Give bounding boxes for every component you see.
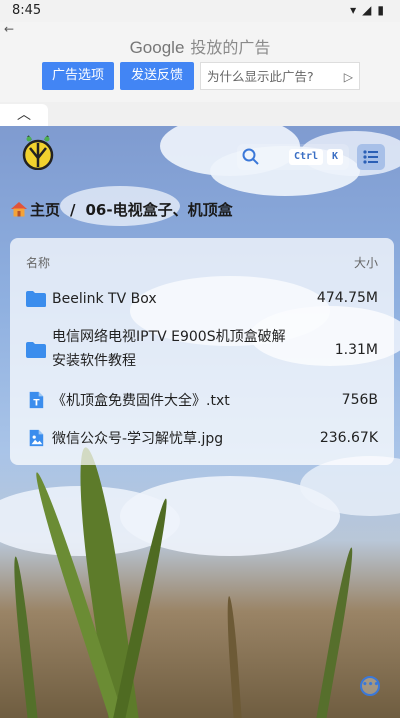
file-row[interactable]: 微信公众号-学习解忧草.jpg 236.67K xyxy=(10,426,394,452)
home-icon xyxy=(11,202,27,217)
more-options-button[interactable]: ••• xyxy=(360,676,380,696)
file-size: 236.67K xyxy=(319,430,378,446)
folder-icon xyxy=(26,342,46,358)
column-header-size[interactable]: 大小 xyxy=(354,254,378,271)
status-bar: 8:45 ▾◢▮ xyxy=(0,0,400,22)
file-row[interactable]: T 《机顶盒免费固件大全》.txt 756B xyxy=(10,388,394,414)
list-menu-icon xyxy=(363,150,378,164)
battery-icon: ▮ xyxy=(377,3,390,17)
file-size: 1.31M xyxy=(334,342,378,358)
search-icon xyxy=(242,148,259,165)
more-dots-icon: ••• xyxy=(362,680,380,690)
folder-icon xyxy=(26,291,46,307)
status-time: 8:45 xyxy=(12,3,42,18)
file-name-line1: 电信网络电视IPTV E900S机顶盒破解 xyxy=(52,329,286,345)
breadcrumb: 主页 / 06-电视盒子、机顶盒 xyxy=(10,197,233,223)
ad-why-label: 为什么显示此广告? xyxy=(207,69,314,84)
file-name-line2: 安装软件教程 xyxy=(52,353,136,369)
breadcrumb-current: 06-电视盒子、机顶盒 xyxy=(85,201,233,219)
ad-feedback-button[interactable]: 发送反馈 xyxy=(120,62,194,90)
menu-button[interactable] xyxy=(357,144,385,170)
back-arrow-icon[interactable]: ← xyxy=(4,22,14,36)
ad-brand-google: Google xyxy=(129,38,185,57)
collapse-ad-button[interactable]: ︿ xyxy=(0,104,48,126)
image-file-icon xyxy=(29,429,44,447)
chevron-up-icon: ︿ xyxy=(17,107,31,123)
file-row[interactable]: Beelink TV Box 474.75M xyxy=(10,286,394,312)
file-size: 474.75M xyxy=(316,290,378,306)
wifi-icon: ▾ xyxy=(350,3,363,17)
ad-why-button[interactable]: 为什么显示此广告? ▷ xyxy=(200,62,360,90)
svg-text:T: T xyxy=(33,398,40,408)
column-header-name[interactable]: 名称 xyxy=(26,254,50,271)
status-icons: ▾◢▮ xyxy=(350,3,390,17)
play-icon: ▷ xyxy=(343,70,353,84)
text-file-icon: T xyxy=(29,391,44,408)
ad-brand-suffix: 投放的广告 xyxy=(190,38,271,57)
ad-banner: Google 投放的广告 广告选项 发送反馈 为什么显示此广告? ▷ xyxy=(0,22,400,102)
file-size: 756B xyxy=(341,392,378,408)
file-name: 《机顶盒免费固件大全》.txt xyxy=(52,393,230,409)
shortcut-k-key: K xyxy=(327,149,343,165)
breadcrumb-home-link[interactable]: 主页 xyxy=(30,201,60,219)
shortcut-ctrl-key: Ctrl xyxy=(289,149,323,165)
search-button[interactable]: Ctrl K xyxy=(237,144,349,170)
file-row[interactable]: 电信网络电视IPTV E900S机顶盒破解 安装软件教程 1.31M xyxy=(10,324,394,374)
file-name: 微信公众号-学习解忧草.jpg xyxy=(52,431,224,447)
signal-icon: ◢ xyxy=(362,3,378,17)
file-list-panel: 名称 大小 Beelink TV Box 474.75M 电信网络电视IPTV … xyxy=(10,238,394,465)
ad-options-button[interactable]: 广告选项 xyxy=(42,62,114,90)
breadcrumb-separator: / xyxy=(70,201,76,219)
file-name: Beelink TV Box xyxy=(52,291,157,307)
app-logo xyxy=(22,135,54,170)
ad-brand: Google 投放的广告 xyxy=(0,34,400,58)
